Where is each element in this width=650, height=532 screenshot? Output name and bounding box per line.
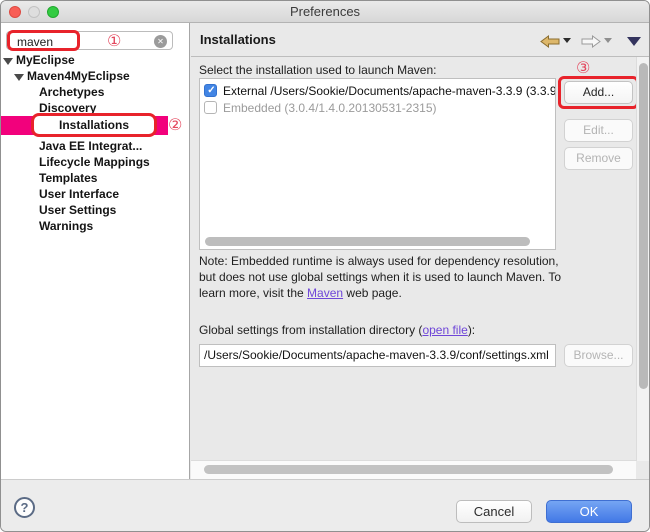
clear-search-icon[interactable] (154, 35, 167, 48)
installation-row-embedded[interactable]: Embedded (3.0.4/1.4.0.20130531-2315) (204, 100, 556, 117)
annotation-box-add (558, 76, 639, 109)
preferences-window: Preferences maven ① MyEclipse Maven4MyEc… (0, 0, 650, 532)
panel-vertical-scrollbar-thumb[interactable] (639, 63, 648, 389)
maven-link[interactable]: Maven (307, 286, 343, 300)
sidebar-item-templates[interactable]: Templates (39, 170, 97, 186)
sidebar-item-warnings[interactable]: Warnings (39, 218, 93, 234)
sidebar-item-installations[interactable]: Installations (1, 116, 168, 135)
remove-button[interactable]: Remove (564, 147, 633, 170)
help-button[interactable]: ? (14, 497, 35, 518)
window-title: Preferences (1, 4, 649, 19)
footer-bar: ? Cancel OK (1, 479, 649, 532)
global-settings-path-field[interactable]: /Users/Sookie/Documents/apache-maven-3.3… (199, 344, 556, 367)
annotation-number-3: ③ (576, 59, 590, 77)
expand-triangle-icon[interactable] (14, 74, 24, 81)
header-nav-icons (540, 33, 641, 47)
sidebar-item-maven4myeclipse[interactable]: Maven4MyEclipse (14, 68, 130, 84)
forward-dropdown-icon[interactable] (604, 38, 612, 43)
sidebar-item-myeclipse[interactable]: MyEclipse (3, 52, 75, 68)
annotation-box-installations: Installations (31, 113, 157, 137)
cancel-button[interactable]: Cancel (456, 500, 532, 523)
open-file-link[interactable]: open file (422, 323, 467, 337)
list-horizontal-scrollbar[interactable] (205, 237, 530, 246)
sidebar-item-archetypes[interactable]: Archetypes (39, 84, 104, 100)
checkbox-checked-icon[interactable] (204, 84, 217, 97)
edit-button[interactable]: Edit... (564, 119, 633, 142)
installations-list: External /Users/Sookie/Documents/apache-… (199, 78, 556, 250)
titlebar: Preferences (1, 1, 649, 23)
browse-button[interactable]: Browse... (564, 344, 633, 367)
sidebar-item-lifecycle-mappings[interactable]: Lifecycle Mappings (39, 154, 150, 170)
panel-horizontal-scrollbar-thumb[interactable] (204, 465, 613, 474)
sidebar-item-user-settings[interactable]: User Settings (39, 202, 116, 218)
forward-arrow-icon[interactable] (581, 35, 601, 48)
expand-triangle-icon[interactable] (3, 58, 13, 65)
back-arrow-icon[interactable] (540, 35, 560, 48)
annotation-box-search (7, 30, 80, 51)
back-dropdown-icon[interactable] (563, 38, 571, 43)
annotation-number-2: ② (168, 116, 182, 134)
sidebar-item-javaee-integration[interactable]: Java EE Integrat... (39, 138, 142, 154)
panel-header: Installations (191, 23, 650, 57)
view-menu-icon[interactable] (627, 37, 641, 46)
checkbox-unchecked-icon[interactable] (204, 101, 217, 114)
select-installation-label: Select the installation used to launch M… (199, 63, 436, 77)
panel-vertical-scrollbar-track[interactable] (636, 57, 650, 461)
page-title: Installations (200, 32, 276, 47)
panel-horizontal-scrollbar-track[interactable] (191, 460, 636, 479)
installations-panel: Installations Select the installation us… (191, 23, 650, 479)
installation-row-external[interactable]: External /Users/Sookie/Documents/apache-… (204, 83, 556, 100)
ok-button[interactable]: OK (546, 500, 632, 523)
annotation-number-1: ① (107, 32, 121, 50)
embedded-runtime-note: Note: Embedded runtime is always used fo… (199, 253, 571, 301)
global-settings-label: Global settings from installation direct… (199, 323, 475, 337)
sidebar: maven ① MyEclipse Maven4MyEclipse Archet… (1, 23, 190, 479)
sidebar-item-user-interface[interactable]: User Interface (39, 186, 119, 202)
